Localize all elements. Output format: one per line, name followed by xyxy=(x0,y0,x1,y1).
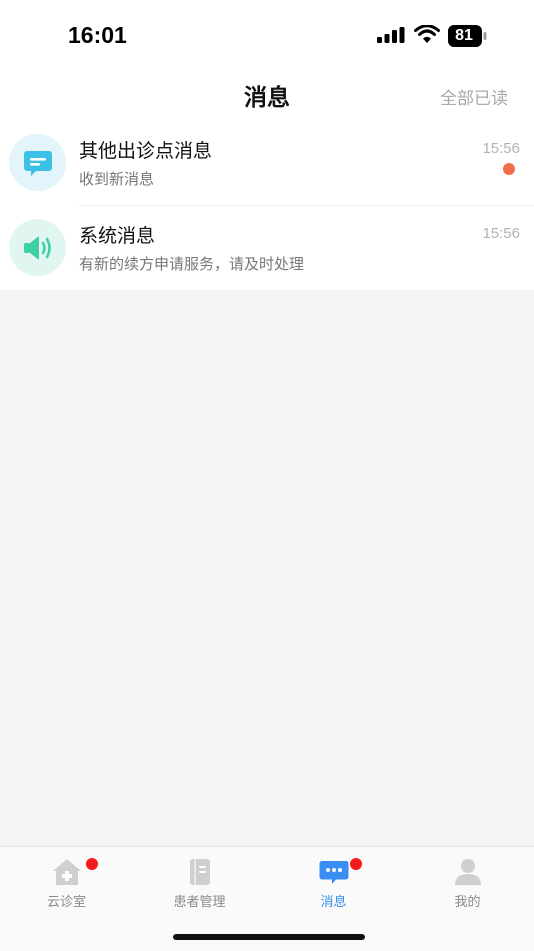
notebook-icon xyxy=(189,859,210,885)
speaker-icon xyxy=(9,219,66,276)
profile-icon xyxy=(454,859,481,885)
notification-badge xyxy=(350,858,362,870)
message-item-other-clinics[interactable]: 其他出诊点消息 收到新消息 15:56 xyxy=(0,120,534,205)
tab-mine[interactable]: 我的 xyxy=(401,847,534,917)
chat-bubble-icon xyxy=(9,134,66,191)
tab-messages[interactable]: 消息 xyxy=(267,847,400,917)
message-list: 其他出诊点消息 收到新消息 15:56 系统消息 有新的续方申请服务，请及时处理… xyxy=(0,120,534,290)
status-time: 16:01 xyxy=(68,22,127,48)
message-time: 15:56 xyxy=(482,225,520,242)
message-title: 其他出诊点消息 xyxy=(79,140,213,162)
message-preview: 有新的续方申请服务，请及时处理 xyxy=(79,255,305,273)
tab-label: 云诊室 xyxy=(46,895,86,910)
nav-header: 消息 全部已读 xyxy=(0,70,534,120)
battery-level: 81 xyxy=(455,27,473,44)
notification-badge xyxy=(86,858,98,870)
status-bar: 16:01 81 xyxy=(0,0,534,70)
message-time: 15:56 xyxy=(482,140,520,157)
message-item-system[interactable]: 系统消息 有新的续方申请服务，请及时处理 15:56 xyxy=(0,205,534,290)
tab-label: 我的 xyxy=(454,895,481,910)
tab-label: 消息 xyxy=(320,895,347,910)
wifi-icon xyxy=(414,25,440,43)
tab-label: 患者管理 xyxy=(173,895,226,910)
home-indicator xyxy=(173,934,365,940)
message-icon xyxy=(319,861,348,884)
tab-patient-management[interactable]: 患者管理 xyxy=(133,847,266,917)
message-title: 系统消息 xyxy=(79,225,156,247)
tab-cloud-clinic[interactable]: 云诊室 xyxy=(0,847,133,917)
mark-all-read-button[interactable]: 全部已读 xyxy=(440,84,508,109)
unread-dot xyxy=(503,163,515,175)
clinic-house-icon xyxy=(52,859,81,885)
cellular-signal-icon xyxy=(377,27,405,43)
message-preview: 收到新消息 xyxy=(79,170,155,188)
